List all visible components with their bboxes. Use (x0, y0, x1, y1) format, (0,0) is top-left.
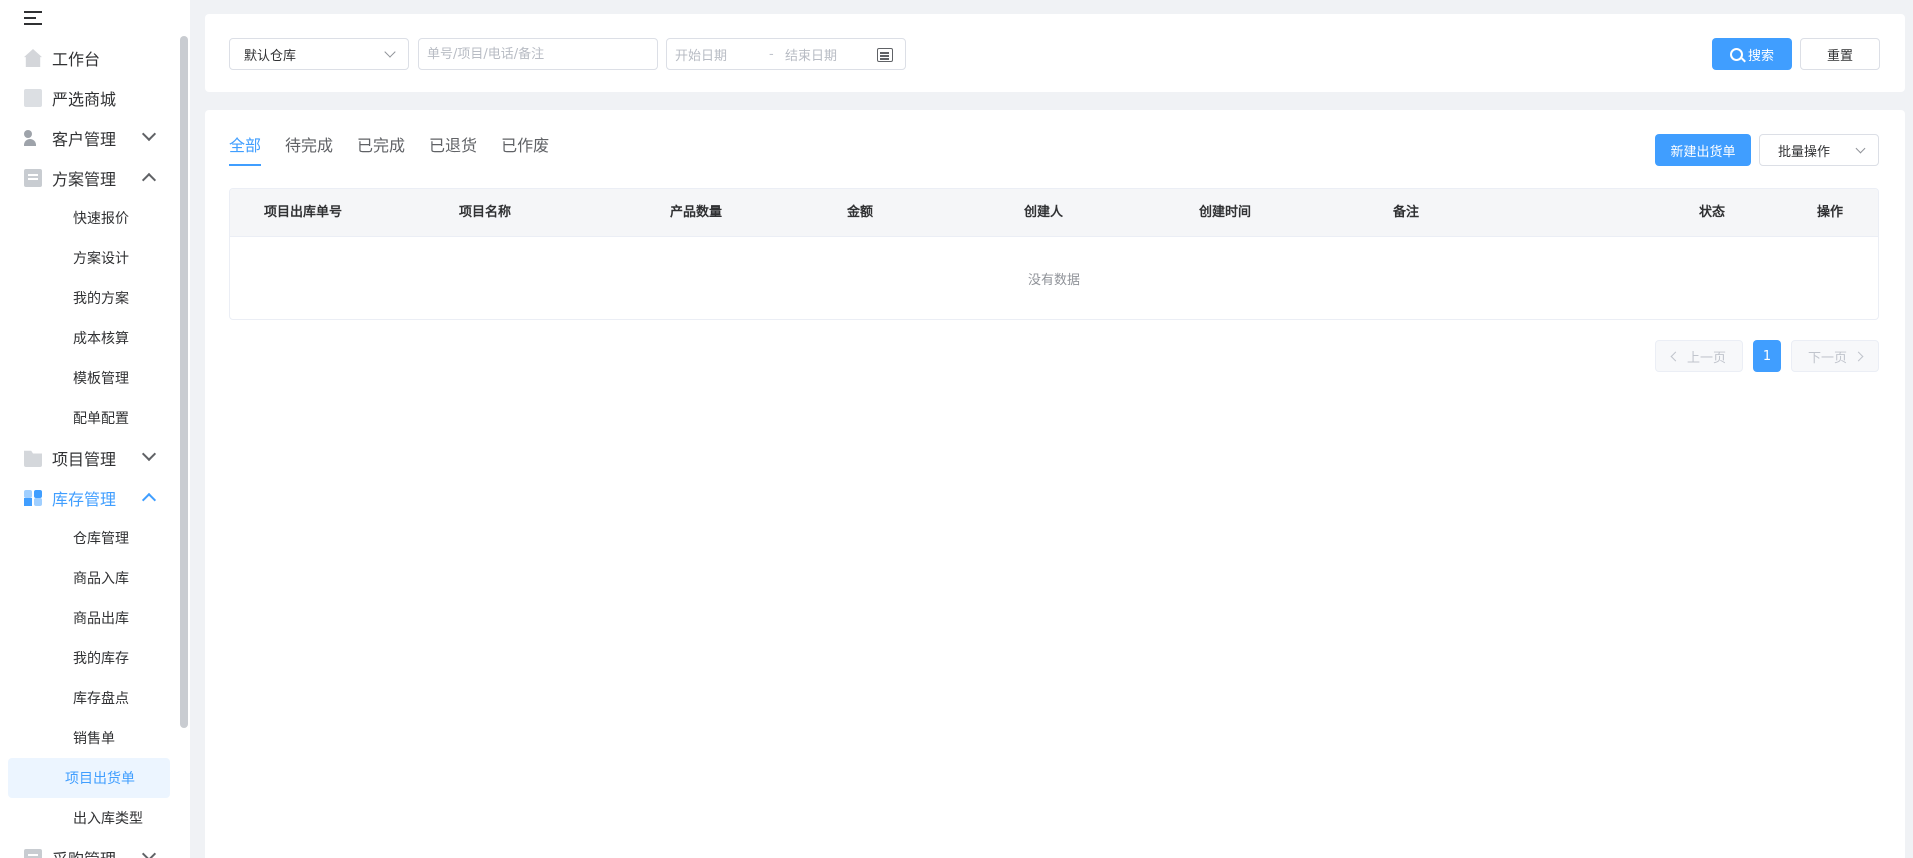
sidebar-subitem-stocktaking[interactable]: 库存盘点 (8, 678, 170, 718)
search-button[interactable]: 搜索 (1712, 38, 1792, 70)
sidebar-item-schemes[interactable]: 方案管理 (0, 158, 178, 198)
column-header: 项目出库单号 (264, 205, 343, 220)
column-header: 创建时间 (1199, 205, 1252, 220)
page-number-button[interactable]: 1 (1753, 340, 1781, 372)
column-header: 操作 (1817, 205, 1844, 220)
purchase-icon (24, 849, 42, 858)
menu-collapse-icon[interactable] (24, 10, 46, 28)
empty-message: 没有数据 (1027, 273, 1080, 288)
prev-page-button[interactable]: 上一页 (1655, 340, 1743, 372)
sidebar-subitem-scheme-design[interactable]: 方案设计 (8, 238, 170, 278)
batch-operation-label: 批量操作 (1778, 144, 1831, 160)
sidebar-subitem-template-management[interactable]: 模板管理 (8, 358, 170, 398)
shop-icon (24, 89, 42, 107)
column-header: 创建人 (1024, 205, 1064, 220)
column-header: 项目名称 (459, 205, 512, 220)
chevron-down-icon (141, 446, 157, 462)
table-header: 项目出库单号 项目名称 产品数量 金额 创建人 创建时间 备注 状态 操作 (230, 189, 1878, 237)
sidebar-item-label: 库存管理 (52, 490, 117, 509)
sidebar-item-customers[interactable]: 客户管理 (0, 118, 178, 158)
stock-icon (24, 489, 42, 507)
sidebar-item-label: 客户管理 (52, 130, 117, 149)
date-start-placeholder: 开始日期 (675, 48, 728, 64)
sidebar-item-label: 方案管理 (52, 170, 117, 189)
filter-panel: 默认仓库 开始日期 - 结束日期 搜索 重置 (205, 14, 1905, 92)
document-icon (24, 169, 42, 187)
status-tabs: 全部 待完成 已完成 已退货 已作废 (229, 132, 573, 172)
column-header: 金额 (847, 205, 874, 220)
search-icon (1729, 47, 1743, 61)
sidebar-item-mall[interactable]: 严选商城 (0, 78, 178, 118)
sidebar-item-label: 严选商城 (52, 90, 117, 109)
sidebar: 工作台 严选商城 客户管理 方案管理 快速报价 方案设计 我的方案 成本核算 模… (0, 0, 190, 858)
sidebar-subitem-warehouse[interactable]: 仓库管理 (8, 518, 170, 558)
search-button-label: 搜索 (1747, 48, 1774, 64)
chevron-down-icon (384, 46, 396, 58)
column-header: 备注 (1393, 205, 1420, 220)
list-panel: 全部 待完成 已完成 已退货 已作废 新建出货单 批量操作 项目出库单号 项目名… (205, 110, 1905, 858)
sidebar-item-workbench[interactable]: 工作台 (0, 38, 178, 78)
chevron-up-icon (141, 172, 157, 188)
batch-operation-select[interactable]: 批量操作 (1759, 134, 1879, 166)
tab-returned[interactable]: 已退货 (429, 132, 477, 166)
sidebar-subitem-cost-accounting[interactable]: 成本核算 (8, 318, 170, 358)
sidebar-subitem-order-config[interactable]: 配单配置 (8, 398, 170, 438)
chevron-right-icon (1853, 351, 1864, 361)
sidebar-item-inventory[interactable]: 库存管理 (0, 478, 178, 518)
sidebar-menu: 工作台 严选商城 客户管理 方案管理 快速报价 方案设计 我的方案 成本核算 模… (0, 38, 178, 858)
tab-all[interactable]: 全部 (229, 132, 262, 166)
sidebar-subitem-io-types[interactable]: 出入库类型 (8, 798, 170, 838)
home-icon (24, 49, 42, 67)
customer-icon (24, 129, 42, 147)
tab-completed[interactable]: 已完成 (357, 132, 405, 166)
column-header: 产品数量 (670, 205, 723, 220)
calendar-icon (877, 48, 893, 62)
chevron-up-icon (141, 492, 157, 508)
search-input[interactable] (418, 38, 658, 70)
sidebar-subitem-project-shipment[interactable]: 项目出货单 (8, 758, 170, 798)
tab-voided[interactable]: 已作废 (501, 132, 549, 166)
warehouse-select-value: 默认仓库 (244, 48, 297, 64)
date-end-placeholder: 结束日期 (785, 48, 838, 64)
new-shipment-button[interactable]: 新建出货单 (1655, 134, 1751, 166)
folder-icon (24, 450, 42, 467)
next-page-button[interactable]: 下一页 (1791, 340, 1879, 372)
tab-pending[interactable]: 待完成 (285, 132, 333, 166)
sidebar-subitem-sales-order[interactable]: 销售单 (8, 718, 170, 758)
chevron-down-icon (141, 126, 157, 142)
sidebar-item-purchase[interactable]: 采购管理 (0, 838, 178, 858)
prev-page-label: 上一页 (1686, 350, 1726, 366)
sidebar-subitem-stock-in[interactable]: 商品入库 (8, 558, 170, 598)
date-separator: - (769, 46, 774, 62)
sidebar-scrollbar[interactable] (180, 36, 188, 728)
chevron-left-icon (1670, 351, 1681, 361)
warehouse-select[interactable]: 默认仓库 (229, 38, 409, 70)
shipment-table: 项目出库单号 项目名称 产品数量 金额 创建人 创建时间 备注 状态 操作 没有… (229, 188, 1879, 320)
chevron-down-icon (141, 846, 157, 858)
chevron-down-icon (1855, 143, 1866, 154)
sidebar-subitem-stock-out[interactable]: 商品出库 (8, 598, 170, 638)
date-range-picker[interactable]: 开始日期 - 结束日期 (666, 38, 906, 70)
sidebar-item-label: 采购管理 (52, 846, 116, 858)
sidebar-item-label: 工作台 (52, 50, 101, 69)
column-header: 状态 (1699, 205, 1726, 220)
sidebar-subitem-my-schemes[interactable]: 我的方案 (8, 278, 170, 318)
next-page-label: 下一页 (1807, 350, 1847, 366)
reset-button[interactable]: 重置 (1800, 38, 1880, 70)
table-body: 没有数据 (230, 237, 1878, 319)
sidebar-subitem-quick-quote[interactable]: 快速报价 (8, 198, 170, 238)
sidebar-item-projects[interactable]: 项目管理 (0, 438, 178, 478)
sidebar-item-label: 项目管理 (52, 450, 117, 469)
sidebar-subitem-my-inventory[interactable]: 我的库存 (8, 638, 170, 678)
